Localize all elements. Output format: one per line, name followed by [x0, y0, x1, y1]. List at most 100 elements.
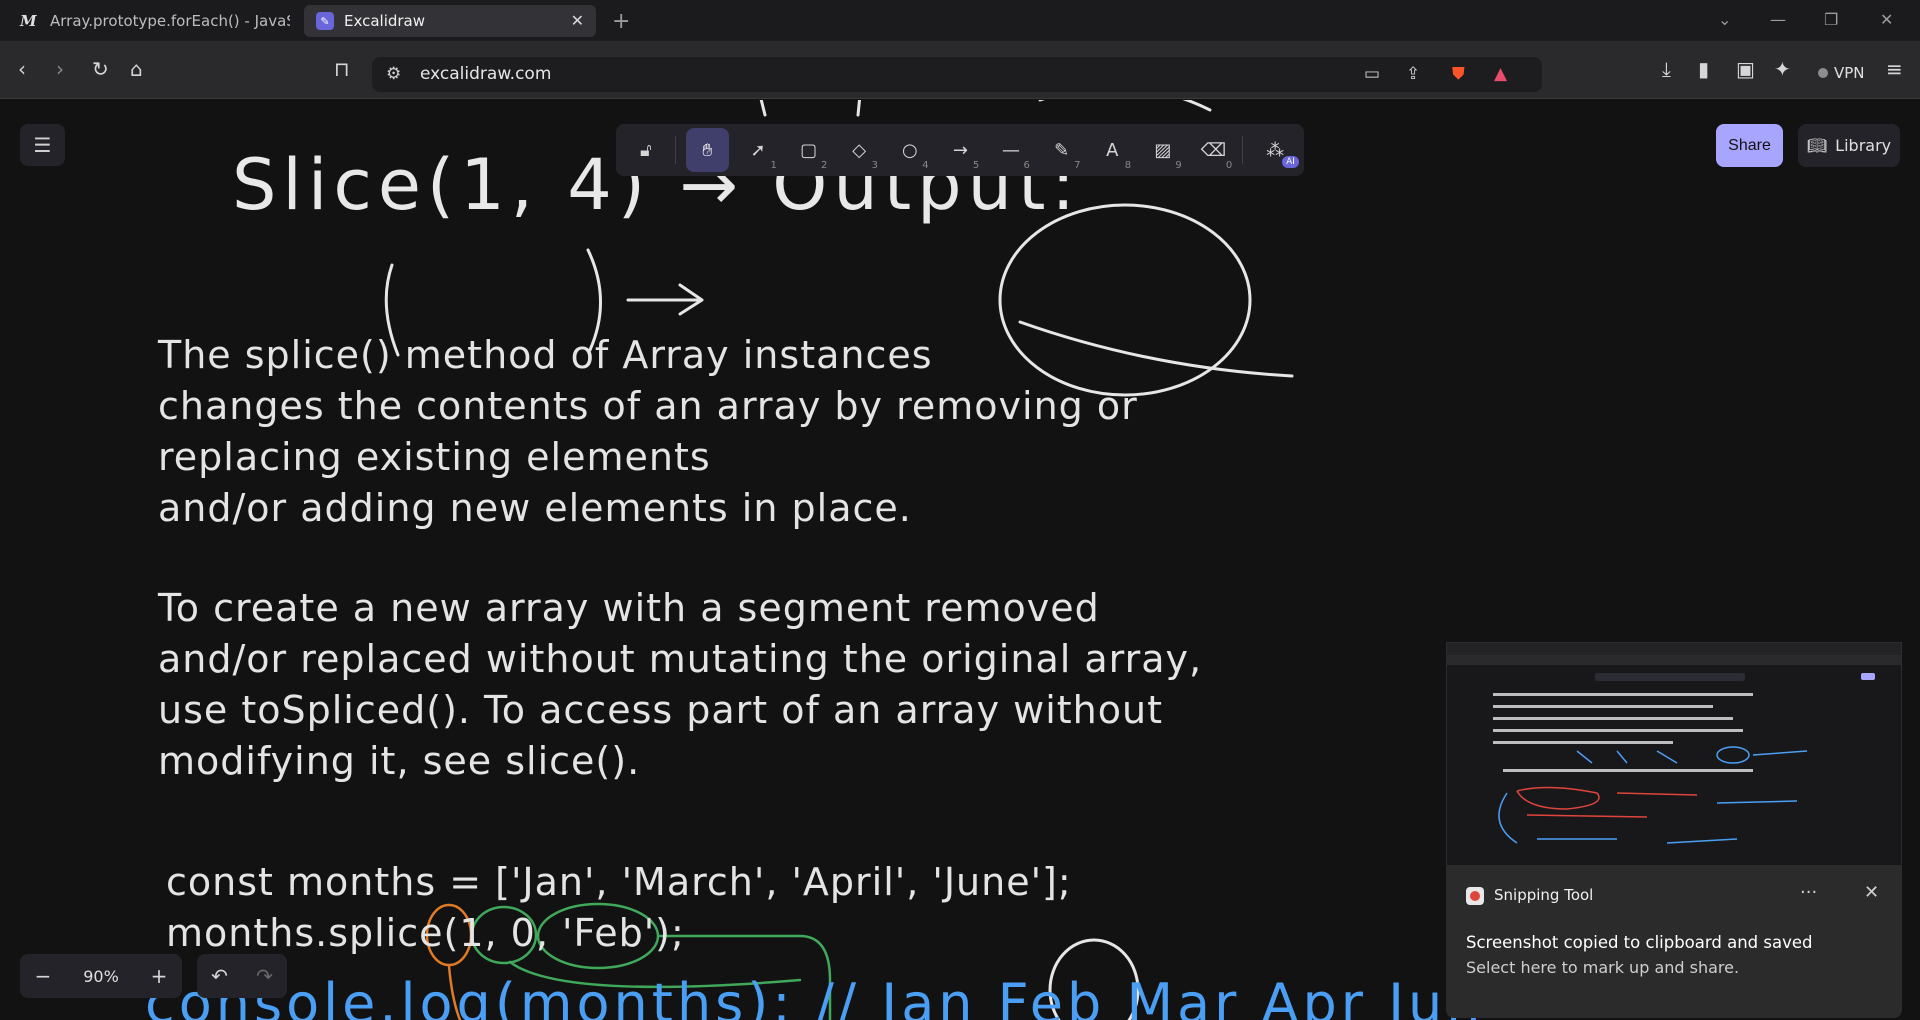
text-line: replacing existing elements [158, 435, 711, 479]
new-tab-button[interactable]: + [612, 9, 630, 34]
window-close-button[interactable]: ✕ [1880, 10, 1893, 29]
zoom-out-button[interactable]: − [20, 964, 66, 988]
undo-icon[interactable]: ↶ [211, 964, 228, 988]
url-text[interactable]: excalidraw.com [420, 64, 551, 84]
tool-line[interactable]: —6 [989, 128, 1033, 172]
lock-icon: 🔓︎ [639, 139, 652, 161]
zoom-controls: − 90% + [20, 954, 182, 998]
tab-list-chevron-icon[interactable]: ⌄ [1718, 10, 1731, 29]
text-icon: A [1106, 139, 1119, 161]
downloads-icon[interactable]: ⤓ [1662, 57, 1671, 81]
more-options-icon[interactable]: ··· [1800, 882, 1817, 903]
zoom-in-button[interactable]: + [136, 964, 182, 988]
forward-icon[interactable]: › [56, 57, 64, 81]
sidebar-icon[interactable]: ▮ [1698, 57, 1709, 81]
library-label: Library [1835, 136, 1892, 155]
shortcut-number: 9 [1175, 160, 1182, 171]
leo-ai-icon[interactable]: ✦ [1774, 57, 1791, 81]
vpn-status-icon [1818, 68, 1828, 78]
main-menu-button[interactable]: ☰ [20, 124, 65, 166]
redo-icon[interactable]: ↷ [256, 964, 273, 988]
reload-icon[interactable]: ↻ [92, 57, 109, 81]
mdn-logo-icon: M [20, 12, 37, 30]
wallet-icon[interactable]: ▣ [1736, 57, 1755, 81]
address-bar[interactable]: ⚙ excalidraw.com ▭ ⇪ ⛊ ▲ [372, 57, 1542, 92]
more-shapes-icon: ⁂ [1266, 139, 1285, 161]
tab-title: Excalidraw [344, 12, 426, 30]
tool-ellipse[interactable]: ○ 4 [888, 128, 932, 172]
tool-arrow[interactable]: → 5 [939, 128, 983, 172]
tool-selection[interactable]: ➚ 1 [736, 128, 780, 172]
text-line: use toSpliced(). To access part of an ar… [158, 688, 1163, 732]
bookmark-icon[interactable]: ⊓ [334, 57, 350, 81]
browser-tab-bar: M Array.prototype.forEach() - JavaScript… [0, 0, 1920, 41]
shape-toolbar: 🔓︎ ✋︎ ➚ 1 ▢ 2 ◇ 3 ○ 4 → 5 —6 ✎ 7 A8 ▨ 9 ⌫ 0 ⁂ AI [616, 124, 1304, 176]
snipping-tool-icon [1466, 887, 1484, 905]
screenshot-thumbnail[interactable] [1446, 642, 1902, 866]
shortcut-number: 7 [1074, 160, 1081, 171]
snipping-tool-notification[interactable]: Snipping Tool ··· ✕ Screenshot copied to… [1446, 866, 1902, 1018]
tab-title: Array.prototype.forEach() - JavaScript |… [50, 12, 290, 30]
menu-icon[interactable]: ≡ [1886, 57, 1903, 81]
selection-arrow-icon: ➚ [750, 139, 766, 161]
notification-subtitle: Select here to mark up and share. [1466, 958, 1740, 977]
pencil-icon: ✎ [1054, 139, 1070, 161]
tool-rectangle[interactable]: ▢ 2 [787, 128, 831, 172]
restore-button[interactable]: ❐ [1824, 10, 1838, 29]
tab-mdn[interactable]: M Array.prototype.forEach() - JavaScript… [8, 5, 298, 37]
tool-text[interactable]: A8 [1090, 128, 1134, 172]
share-page-icon[interactable]: ⇪ [1406, 64, 1420, 84]
code-text[interactable]: const months = ['Jan', 'March', 'April',… [166, 857, 1072, 959]
ellipse-icon: ○ [901, 139, 918, 161]
zoom-level[interactable]: 90% [66, 967, 136, 986]
home-icon[interactable]: ⌂ [130, 57, 143, 81]
text-line: To create a new array with a segment rem… [158, 586, 1100, 630]
eraser-icon: ⌫ [1200, 139, 1227, 161]
console-log-sketch: console.log(months); // Jan Feb Mar Apr … [145, 972, 1485, 1020]
toolbar-divider [1242, 136, 1244, 164]
excalidraw-logo-icon: ✎ [316, 12, 334, 30]
shortcut-number: 5 [972, 160, 980, 171]
share-button[interactable]: Share [1716, 124, 1783, 167]
image-icon: ▨ [1154, 139, 1172, 161]
notification-title: Screenshot copied to clipboard and saved [1466, 933, 1813, 952]
text-paragraph-2[interactable]: To create a new array with a segment rem… [158, 583, 1202, 787]
brave-rewards-icon[interactable]: ▲ [1494, 64, 1507, 84]
tool-eraser[interactable]: ⌫ 0 [1192, 128, 1236, 172]
toolbar-divider [674, 136, 676, 164]
code-line: months.splice(1, 0, 'Feb'); [166, 911, 685, 955]
vpn-button[interactable]: VPN [1810, 59, 1873, 87]
code-line: const months = ['Jan', 'March', 'April',… [166, 860, 1072, 904]
close-icon[interactable]: ✕ [1864, 882, 1879, 903]
ai-badge: AI [1282, 156, 1299, 168]
tool-image[interactable]: ▨ 9 [1141, 128, 1185, 172]
library-button[interactable]: 📖︎ Library [1798, 124, 1900, 167]
text-line: and/or adding new elements in place. [158, 486, 912, 530]
text-line: changes the contents of an array by remo… [158, 384, 1138, 428]
hand-icon: ✋︎ [702, 139, 713, 161]
tool-pencil[interactable]: ✎ 7 [1040, 128, 1084, 172]
text-paragraph-1[interactable]: The splice() method of Array instances c… [158, 330, 1138, 534]
text-line: modifying it, see slice(). [158, 739, 641, 783]
shortcut-number: 8 [1124, 160, 1132, 171]
shortcut-number: 1 [770, 160, 777, 171]
tool-diamond[interactable]: ◇ 3 [837, 128, 881, 172]
book-icon: 📖︎ [1806, 136, 1828, 155]
tool-lock[interactable]: 🔓︎ [624, 128, 668, 172]
shortcut-number: 2 [821, 160, 828, 171]
cast-icon[interactable]: ▭ [1364, 64, 1380, 84]
undo-redo-controls: ↶ ↷ [197, 954, 287, 998]
site-info-icon[interactable]: ⚙ [386, 64, 401, 84]
tool-more-shapes[interactable]: ⁂ AI [1253, 128, 1299, 172]
tab-excalidraw[interactable]: ✎ Excalidraw ✕ [304, 5, 596, 37]
shortcut-number: 6 [1023, 160, 1030, 171]
arrow-icon: → [952, 139, 968, 161]
brave-shield-icon[interactable]: ⛊ [1452, 64, 1465, 84]
minimize-button[interactable]: — [1770, 10, 1786, 29]
screenshot-preview-image [1447, 643, 1901, 844]
vpn-label: VPN [1834, 64, 1865, 82]
back-icon[interactable]: ‹ [18, 57, 26, 81]
shortcut-number: 0 [1225, 160, 1233, 171]
tool-hand[interactable]: ✋︎ [685, 128, 730, 172]
close-tab-icon[interactable]: ✕ [571, 11, 584, 30]
